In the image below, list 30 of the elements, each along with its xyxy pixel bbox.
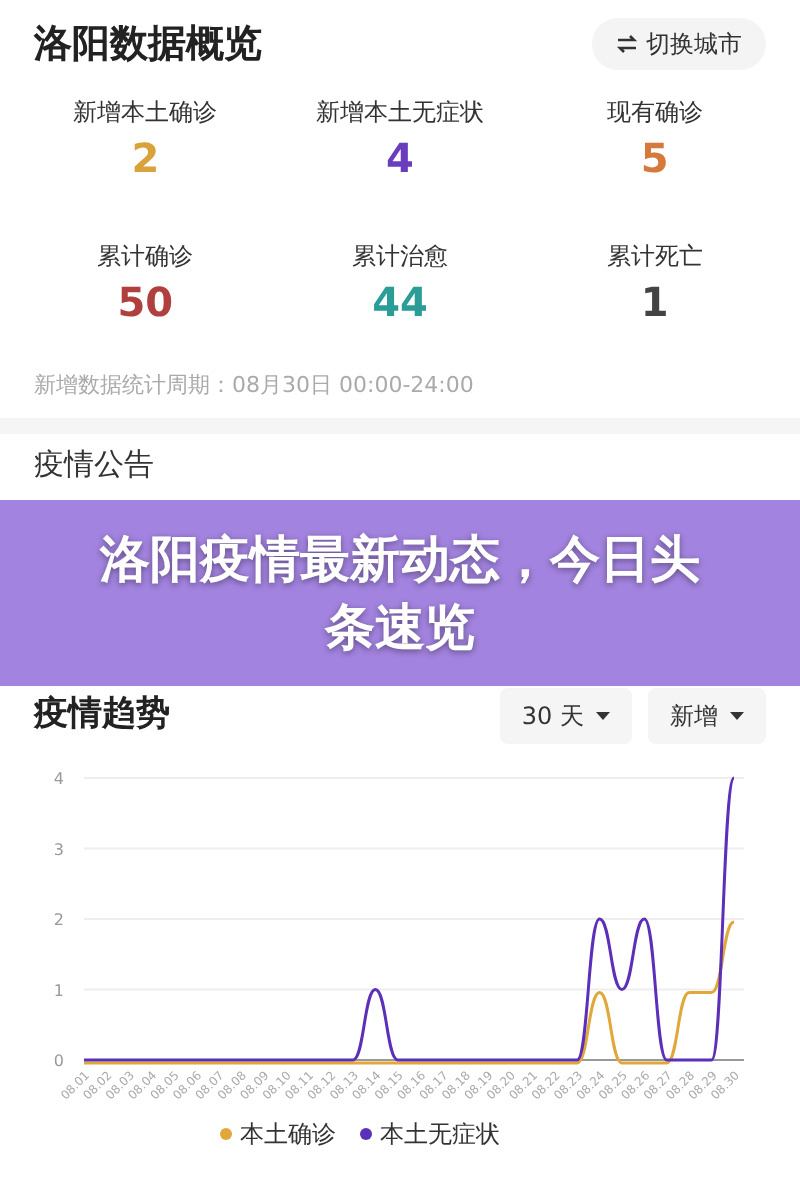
stat-label: 新增本土确诊 bbox=[73, 95, 218, 129]
stat-label: 累计治愈 bbox=[351, 239, 448, 273]
section-title: 疫情趋势 bbox=[34, 691, 170, 738]
legend-label: 本土确诊 bbox=[240, 1117, 336, 1151]
y-tick-label: 4 bbox=[53, 769, 64, 787]
y-tick-label: 3 bbox=[53, 839, 64, 858]
stat-label: 累计死亡 bbox=[606, 239, 703, 273]
stat-value: 4 bbox=[386, 131, 414, 185]
stat-value: 2 bbox=[131, 131, 160, 185]
stat-value: 1 bbox=[640, 275, 669, 329]
y-tick-label: 1 bbox=[53, 980, 64, 999]
section-title: 洛阳数据概览 bbox=[34, 20, 262, 70]
switch-city-button[interactable]: 切换城市 bbox=[592, 18, 766, 71]
filter-dropdown[interactable]: 新增 bbox=[648, 687, 766, 743]
stat-label: 新增本土无症状 bbox=[315, 95, 484, 129]
y-tick-label: 0 bbox=[53, 1051, 64, 1069]
headline-title: 洛阳疫情最新动态，今日头条速览 bbox=[97, 527, 702, 659]
stat-label: 累计确诊 bbox=[97, 239, 194, 273]
filter-dropdown[interactable]: 30 天 bbox=[499, 687, 632, 743]
stat-value: 5 bbox=[640, 131, 669, 185]
section-title: 疫情公告 bbox=[34, 444, 156, 486]
legend-label: 本土无症状 bbox=[380, 1117, 500, 1151]
y-tick-label: 2 bbox=[53, 910, 64, 928]
caret-down-icon bbox=[730, 711, 744, 719]
stat-value: 44 bbox=[372, 275, 428, 329]
stat-label: 现有确诊 bbox=[606, 95, 703, 129]
caret-down-icon bbox=[596, 711, 610, 719]
stat-value: 50 bbox=[117, 275, 174, 329]
swap-icon bbox=[616, 34, 638, 55]
stat-period: 新增数据统计周期：08月30日 00:00-24:00 bbox=[34, 369, 476, 401]
